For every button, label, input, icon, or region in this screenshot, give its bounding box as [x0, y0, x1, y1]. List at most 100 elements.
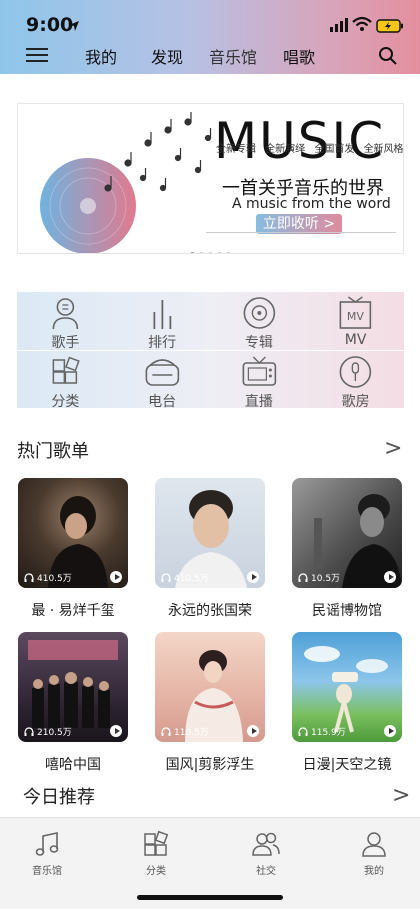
playlist-card[interactable]: 410.5万 最 · 易烊千玺 [18, 478, 128, 620]
category-karaoke[interactable]: 歌房 [307, 351, 404, 410]
category-genre[interactable]: 分类 [17, 351, 114, 410]
tab-discover[interactable]: 发现 [134, 44, 200, 68]
category-label: 直播 [244, 394, 273, 410]
playlist-title: 嘻哈中国 [45, 757, 101, 773]
play-count: 10.5万 [311, 574, 341, 584]
playlist-title: 民谣博物馆 [312, 603, 382, 619]
category-label: 电台 [148, 394, 177, 410]
playlist-cover: 210.5万 [18, 632, 128, 742]
carousel-dot[interactable] [217, 252, 222, 253]
battery-icon [376, 18, 404, 37]
play-icon[interactable] [384, 725, 396, 737]
today-recommend-title: 今日推荐 [23, 787, 95, 808]
nav-tabs: 我的 发现 音乐馆 唱歌 [68, 44, 332, 68]
listen-now-button[interactable]: 立即收听 > [256, 214, 342, 234]
playlist-title: 永远的张国荣 [168, 603, 252, 619]
hot-playlists-more-button[interactable]: > [384, 436, 402, 461]
ranking-icon [153, 300, 172, 329]
category-mv[interactable]: MV MV [307, 292, 404, 350]
play-count: 410.5万 [174, 574, 209, 584]
karaoke-mic-icon [339, 356, 372, 388]
playlist-title: 最 · 易烊千玺 [31, 603, 115, 619]
carousel-dot[interactable] [226, 252, 231, 253]
tabbar-music-hall[interactable]: 音乐馆 [17, 830, 77, 877]
headphones-icon [24, 572, 34, 582]
banner-divider [206, 232, 396, 233]
top-nav: 我的 发现 音乐馆 唱歌 [0, 44, 420, 70]
playlist-card[interactable]: 210.5万 嘻哈中国 [18, 632, 128, 774]
playlist-cover: 410.5万 [155, 478, 265, 588]
today-recommend-more-button[interactable]: > [392, 783, 410, 808]
category-album[interactable]: 专辑 [211, 292, 308, 351]
category-label: MV [344, 332, 367, 348]
category-ranking[interactable]: 排行 [114, 292, 211, 351]
music-note-icon [35, 832, 59, 856]
tab-mine[interactable]: 我的 [68, 44, 134, 68]
tab-label: 分类 [146, 866, 166, 877]
category-label: 歌手 [51, 335, 80, 351]
category-label: 歌房 [341, 394, 370, 410]
category-radio[interactable]: 电台 [114, 351, 211, 410]
category-grid: 歌手 排行 专辑 MV MV 分类 电台 直播 歌房 [17, 292, 404, 410]
playlist-title: 日漫|天空之镜 [302, 757, 392, 773]
category-label: 排行 [148, 335, 177, 351]
wifi-icon [352, 16, 372, 36]
banner-tag: 全国首发 [314, 144, 355, 155]
headphones-icon [161, 726, 171, 736]
play-icon[interactable] [247, 571, 259, 583]
mv-icon: MV [339, 296, 372, 329]
tabbar-social[interactable]: 社交 [236, 830, 296, 877]
category-icon [144, 830, 169, 856]
album-icon [243, 297, 275, 329]
promo-banner[interactable]: MUSIC 全新专辑 全新演绎 全国首发 全新风格 一首关乎音乐的世界 A mu… [17, 103, 404, 254]
banner-tag: 全新演绎 [265, 144, 306, 155]
live-tv-icon [242, 356, 276, 386]
app-header: 9:00 我的 发现 音乐馆 唱歌 [0, 0, 420, 74]
playlist-cover: 410.5万 [18, 478, 128, 588]
headphones-icon [24, 726, 34, 736]
category-label: 专辑 [244, 335, 273, 351]
tabbar-category[interactable]: 分类 [126, 830, 186, 877]
playlist-cover: 110.5万 [155, 632, 265, 742]
home-indicator [137, 895, 283, 900]
banner-subtitle-en: A music from the word [232, 196, 391, 212]
menu-icon[interactable] [26, 48, 48, 66]
play-count: 410.5万 [37, 574, 72, 584]
banner-tag: 全新专辑 [216, 144, 256, 155]
playlist-card[interactable]: 410.5万 永远的张国荣 [155, 478, 265, 620]
carousel-dot[interactable] [190, 252, 195, 253]
play-icon[interactable] [110, 725, 122, 737]
playlist-title: 国风|剪影浮生 [165, 757, 255, 773]
carousel-dot[interactable] [208, 252, 213, 253]
play-icon[interactable] [110, 571, 122, 583]
play-icon[interactable] [384, 571, 396, 583]
status-bar: 9:00 [0, 12, 420, 40]
hot-playlists-title: 热门歌单 [17, 441, 89, 462]
tab-label: 音乐馆 [32, 866, 62, 877]
playlist-cover: 115.9万 [292, 632, 402, 742]
category-icon [52, 356, 80, 384]
tab-label: 社交 [256, 866, 276, 877]
playlist-card[interactable]: 110.5万 国风|剪影浮生 [155, 632, 265, 774]
headphones-icon [298, 726, 308, 736]
music-notes-decoration [104, 112, 212, 192]
status-time: 9:00 [26, 14, 74, 36]
playlist-card[interactable]: 10.5万 民谣博物馆 [292, 478, 402, 620]
banner-tags: 全新专辑 全新演绎 全国首发 全新风格 [216, 140, 403, 155]
playlist-cover: 10.5万 [292, 478, 402, 588]
playlist-card[interactable]: 115.9万 日漫|天空之镜 [292, 632, 402, 774]
search-icon[interactable] [378, 46, 398, 70]
location-arrow-icon [68, 17, 80, 36]
tab-label: 我的 [364, 866, 384, 877]
singer-icon [52, 298, 79, 330]
category-live[interactable]: 直播 [211, 351, 308, 410]
signal-icon [330, 17, 350, 36]
carousel-dot[interactable] [199, 252, 204, 253]
tabbar-profile[interactable]: 我的 [344, 830, 404, 877]
category-singer[interactable]: 歌手 [17, 292, 114, 351]
headphones-icon [161, 572, 171, 582]
play-icon[interactable] [247, 725, 259, 737]
tab-music-hall[interactable]: 音乐馆 [200, 44, 266, 68]
radio-icon [145, 359, 179, 386]
tab-sing[interactable]: 唱歌 [266, 44, 332, 68]
